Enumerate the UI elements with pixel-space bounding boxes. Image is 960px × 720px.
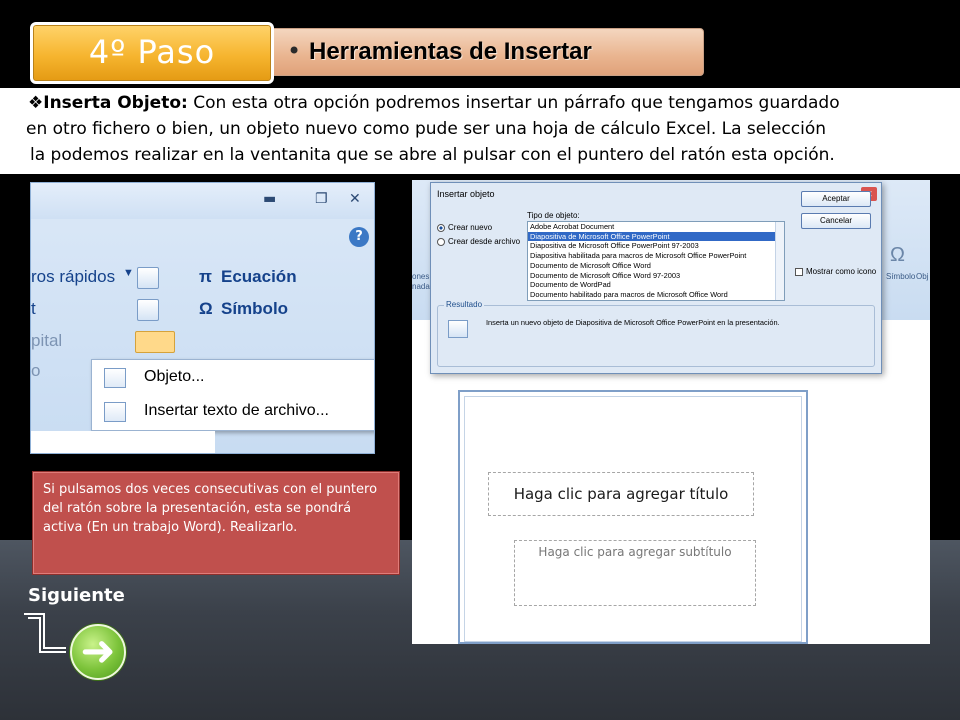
omega-icon: Ω	[199, 299, 213, 318]
minimize-icon[interactable]: ▬	[263, 191, 276, 207]
ribbon-symbol-label: Símbolo	[886, 272, 916, 281]
intro-paragraph: ❖Inserta Objeto: Con esta otra opción po…	[0, 88, 960, 174]
dialog-screenshot: ones nadas Símbolo Obj Ω Insertar objeto…	[412, 180, 930, 644]
ribbon-left-label-1: ones	[412, 272, 430, 281]
step-label: 4º Paso	[88, 33, 216, 71]
ribbon-label-3: pital	[31, 331, 63, 350]
next-label[interactable]: Siguiente	[28, 585, 125, 606]
slide: Haga clic para agregar título Haga clic …	[458, 390, 808, 644]
intro-line-1: ❖Inserta Objeto: Con esta otra opción po…	[0, 90, 960, 116]
object-icon	[104, 368, 126, 388]
text-file-icon	[104, 402, 126, 422]
menu-item-object-label: Objeto...	[144, 368, 205, 385]
ribbon-titlebar: ▬ ❐ ✕	[31, 183, 374, 219]
object-type-item[interactable]: Diapositiva de Microsoft Office PowerPoi…	[528, 231, 784, 242]
intro-line-2: en otro fichero o bien, un objeto nuevo …	[26, 119, 827, 139]
insert-object-dialog: Insertar objeto ✕ Crear nuevo Crear desd…	[430, 182, 882, 374]
object-type-item[interactable]: Diapositiva habilitada para macros de Mi…	[528, 251, 784, 261]
scrollbar[interactable]	[775, 222, 784, 300]
radio-create-from-file[interactable]: Crear desde archivo	[437, 237, 520, 246]
object-type-list[interactable]: Adobe Acrobat Document Diapositiva de Mic…	[527, 221, 785, 301]
note-box: Si pulsamos dos veces consecutivas con e…	[32, 471, 400, 575]
title-placeholder[interactable]: Haga clic para agregar título	[488, 472, 754, 516]
object-type-item[interactable]: Adobe Acrobat Document	[528, 222, 784, 232]
menu-item-object[interactable]: Objeto...	[92, 362, 374, 394]
subtitle-placeholder[interactable]: Haga clic para agregar subtítulo	[514, 540, 756, 606]
section-title-bar: • Herramientas de Insertar	[248, 28, 704, 76]
intro-line-3: la podemos realizar en la ventanita que …	[30, 145, 835, 165]
result-group: Resultado Inserta un nuevo objeto de Dia…	[437, 300, 875, 367]
signature-line-icon[interactable]	[137, 267, 159, 289]
arrow-right-icon[interactable]: ➜	[70, 624, 126, 680]
pi-icon: π	[199, 267, 213, 286]
intro-line-1-text: Con esta otra opción podremos insertar u…	[187, 93, 840, 113]
corner-arrow-icon	[24, 613, 66, 653]
ribbon-screenshot: ▬ ❐ ✕ ? ros rápidos ▼ t pital o π Ecuaci…	[30, 182, 375, 454]
ribbon-object-label: Obj	[916, 272, 929, 281]
ok-button[interactable]: Aceptar	[801, 191, 871, 207]
equation-button[interactable]: Ecuación	[221, 267, 297, 287]
ribbon-label-2[interactable]: t	[31, 299, 36, 319]
document-area	[31, 431, 215, 453]
object-icon	[448, 320, 468, 338]
object-type-item[interactable]: Diapositiva de Microsoft Office PowerPoi…	[528, 241, 784, 251]
omega-icon: Ω	[890, 244, 905, 266]
ribbon-label-quick-parts[interactable]: ros rápidos	[31, 267, 115, 287]
symbol-button[interactable]: Símbolo	[221, 299, 288, 319]
checkbox-icon	[795, 267, 803, 276]
object-type-item[interactable]: Documento habilitado para macros de Micr…	[528, 290, 784, 300]
menu-item-insert-text-file-label: Insertar texto de archivo...	[144, 402, 329, 419]
dropdown-arrow-icon: ▼	[123, 267, 134, 279]
dialog-title: Insertar objeto	[437, 189, 495, 199]
show-as-icon-label: Mostrar como icono	[806, 267, 877, 276]
section-title: Herramientas de Insertar	[309, 38, 592, 65]
close-icon[interactable]: ✕	[349, 191, 361, 207]
intro-term: Inserta Objeto:	[43, 93, 188, 113]
maximize-icon[interactable]: ❐	[315, 191, 328, 207]
date-time-icon[interactable]	[137, 299, 159, 321]
radio-on-icon	[437, 223, 445, 232]
diamond-bullet-icon: ❖	[28, 93, 44, 113]
result-label: Resultado	[444, 300, 485, 309]
cancel-button[interactable]: Cancelar	[801, 213, 871, 229]
object-dropdown-menu: Objeto... Insertar texto de archivo...	[91, 359, 374, 431]
help-icon[interactable]: ?	[349, 227, 369, 247]
ribbon-label-4: o	[31, 361, 41, 380]
object-type-item[interactable]: Documento de WordPad	[528, 280, 784, 290]
object-type-item[interactable]: Documento de Microsoft Office Word 97-20…	[528, 271, 784, 281]
show-as-icon-checkbox[interactable]: Mostrar como icono	[795, 267, 876, 276]
step-badge: 4º Paso	[30, 22, 274, 84]
result-text: Inserta un nuevo objeto de Diapositiva d…	[486, 318, 780, 327]
radio-create-from-file-label: Crear desde archivo	[448, 237, 521, 246]
object-type-item[interactable]: Documento de Microsoft Office Word	[528, 261, 784, 271]
radio-create-new-label: Crear nuevo	[448, 223, 493, 232]
radio-create-new[interactable]: Crear nuevo	[437, 223, 492, 232]
object-button[interactable]	[135, 331, 175, 353]
radio-off-icon	[437, 237, 445, 246]
menu-item-insert-text-file[interactable]: Insertar texto de archivo...	[92, 396, 374, 428]
bullet-icon: •	[287, 37, 302, 65]
object-type-label: Tipo de objeto:	[527, 211, 580, 220]
